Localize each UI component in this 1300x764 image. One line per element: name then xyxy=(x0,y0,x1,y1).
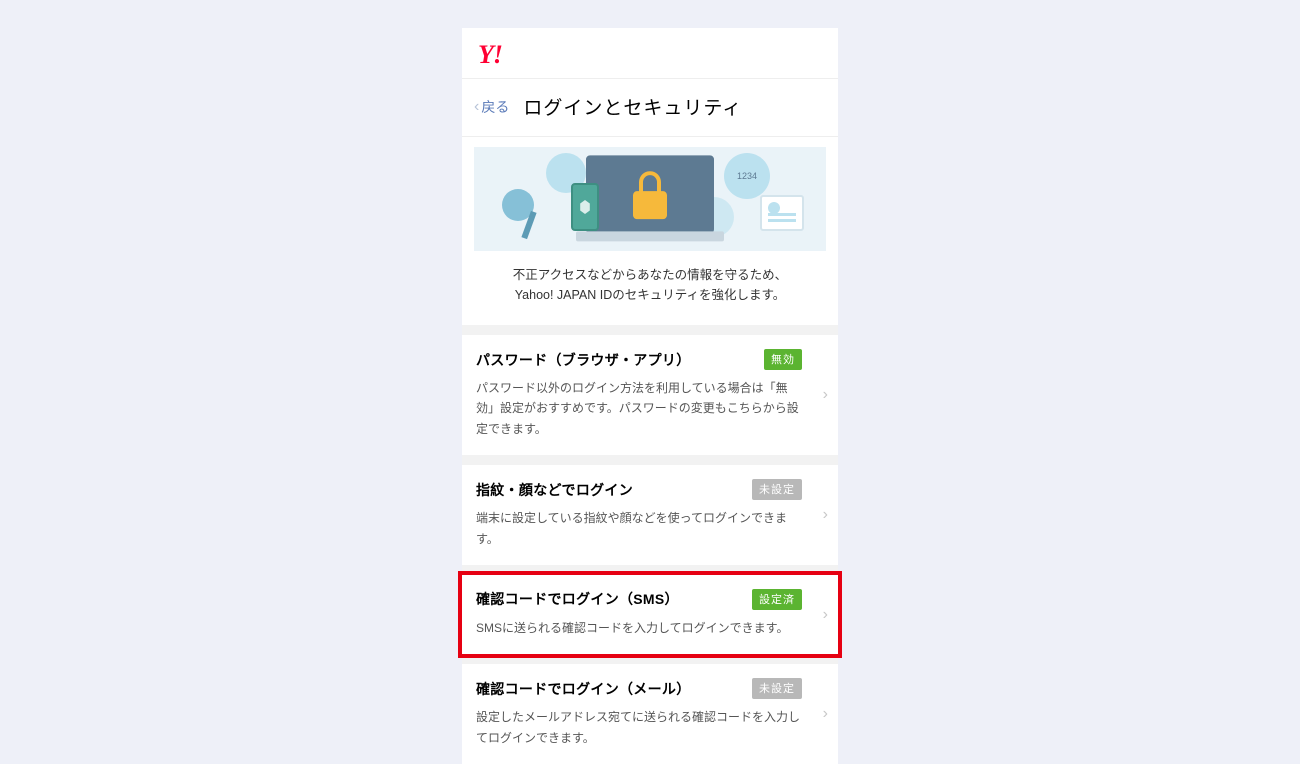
chevron-right-icon: › xyxy=(823,705,828,723)
hero-line-2: Yahoo! JAPAN IDのセキュリティを強化します。 xyxy=(474,285,826,305)
lock-icon xyxy=(633,171,667,219)
chevron-left-icon: ‹ xyxy=(474,99,479,115)
mobile-viewport: Y! ‹ 戻る ログインとセキュリティ 1234 不正アクセスなどからあなたの情… xyxy=(462,28,838,682)
status-badge: 未設定 xyxy=(752,479,802,500)
item-desc: 設定したメールアドレス宛てに送られる確認コードを入力してログインできます。 xyxy=(476,707,824,748)
logo-bar: Y! xyxy=(462,28,838,79)
settings-item-3[interactable]: 確認コードでログイン（メール）未設定設定したメールアドレス宛てに送られる確認コー… xyxy=(462,664,838,764)
yahoo-logo: Y! xyxy=(478,40,502,69)
back-button[interactable]: ‹ 戻る xyxy=(474,97,509,117)
item-head: 確認コードでログイン（SMS） 設定済 xyxy=(476,589,824,610)
phone-shield-icon xyxy=(571,183,599,231)
back-label: 戻る xyxy=(481,97,509,117)
item-title: パスワード（ブラウザ・アプリ） xyxy=(476,350,691,370)
status-badge: 設定済 xyxy=(752,589,802,610)
chevron-right-icon: › xyxy=(823,506,828,524)
id-card-icon xyxy=(760,195,804,231)
item-head: 確認コードでログイン（メール）未設定 xyxy=(476,678,824,699)
pin-icon: 1234 xyxy=(724,153,770,199)
settings-item-1[interactable]: 指紋・顔などでログイン 未設定端末に設定している指紋や顔などを使ってログインできま… xyxy=(462,465,838,565)
item-head: パスワード（ブラウザ・アプリ） 無効 xyxy=(476,349,824,370)
item-title: 指紋・顔などでログイン xyxy=(476,480,633,500)
key-icon xyxy=(502,189,534,221)
item-desc: パスワード以外のログイン方法を利用している場合は「無効」設定がおすすめです。パス… xyxy=(476,378,824,439)
title-bar: ‹ 戻る ログインとセキュリティ xyxy=(462,79,838,137)
chevron-right-icon: › xyxy=(823,386,828,404)
page-title: ログインとセキュリティ xyxy=(523,93,742,120)
hero-line-1: 不正アクセスなどからあなたの情報を守るため、 xyxy=(474,265,826,285)
item-title: 確認コードでログイン（SMS） xyxy=(476,589,679,609)
item-head: 指紋・顔などでログイン 未設定 xyxy=(476,479,824,500)
hero-text: 不正アクセスなどからあなたの情報を守るため、 Yahoo! JAPAN IDのセ… xyxy=(474,265,826,305)
status-badge: 無効 xyxy=(764,349,802,370)
status-badge: 未設定 xyxy=(752,678,802,699)
hero-section: 1234 不正アクセスなどからあなたの情報を守るため、 Yahoo! JAPAN… xyxy=(462,137,838,325)
chevron-right-icon: › xyxy=(823,606,828,624)
item-desc: 端末に設定している指紋や顔などを使ってログインできます。 xyxy=(476,508,824,549)
settings-item-0[interactable]: パスワード（ブラウザ・アプリ） 無効パスワード以外のログイン方法を利用している場合… xyxy=(462,335,838,455)
security-illustration: 1234 xyxy=(474,147,826,251)
item-desc: SMSに送られる確認コードを入力してログインできます。 xyxy=(476,618,824,638)
settings-item-2[interactable]: 確認コードでログイン（SMS） 設定済 SMSに送られる確認コードを入力してログイン… xyxy=(462,575,838,654)
